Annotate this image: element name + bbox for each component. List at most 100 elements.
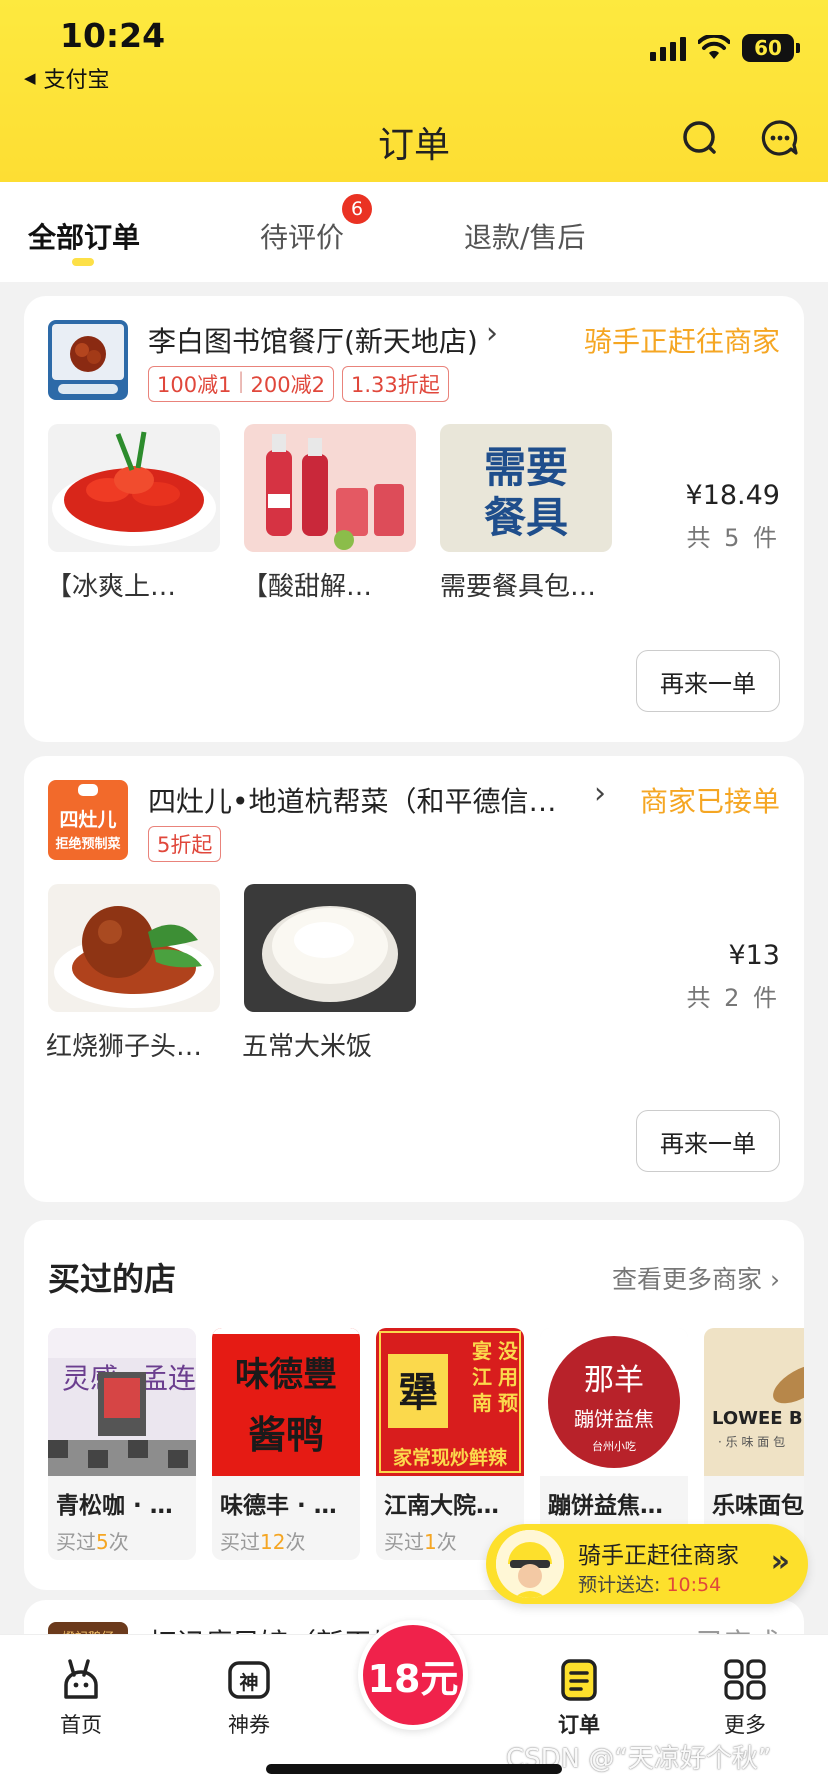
shop-tile[interactable]: 味德豐 酱鸭 味德丰 · … 买过12次 xyxy=(212,1328,360,1560)
store-logo: 四灶儿 拒绝预制菜 xyxy=(48,780,128,860)
shop-name: 蹦饼益焦… xyxy=(548,1493,663,1519)
shop-tile[interactable]: 犟 宴 江 南 没 用 预 家常现炒鲜辣 江南大院… 买过1次 xyxy=(376,1328,524,1560)
status-time: 10:24 xyxy=(60,16,166,55)
back-app-label: 支付宝 xyxy=(43,68,110,93)
svg-text:餐具: 餐具 xyxy=(484,493,568,542)
back-triangle-icon: ◀ xyxy=(24,69,36,87)
shop-image: 犟 宴 江 南 没 用 预 家常现炒鲜辣 xyxy=(376,1328,524,1476)
review-count-badge: 6 xyxy=(342,194,372,224)
tab-to-review[interactable]: 待评价 xyxy=(260,216,344,256)
nav-more[interactable]: 更多 xyxy=(700,1657,790,1739)
purchase-count: 买过5次 xyxy=(56,1530,129,1554)
double-chevron-icon: » xyxy=(770,1544,790,1579)
promo-tag: 5折起 xyxy=(148,826,222,862)
shop-image: 味德豐 酱鸭 xyxy=(212,1328,360,1476)
svg-text:LOWEE BR: LOWEE BR xyxy=(712,1408,804,1429)
coupon-icon: 神 xyxy=(228,1661,270,1699)
item-label: 【冰爽上… xyxy=(46,572,177,602)
shop-name: 乐味面包 xyxy=(712,1493,804,1519)
system-status-icons: 60 xyxy=(650,34,800,62)
search-icon[interactable] xyxy=(680,118,720,158)
svg-text:江: 江 xyxy=(472,1365,492,1389)
order-item-count: 共 2 件 xyxy=(686,984,780,1012)
shop-tile[interactable]: 灵感 孟连 青松咖 · … 买过5次 xyxy=(48,1328,196,1560)
rider-status-toast[interactable]: 骑手正赶往商家 预计送达: 10:54 » xyxy=(486,1524,808,1604)
shop-image: 灵感 孟连 xyxy=(48,1328,196,1476)
home-indicator[interactable] xyxy=(266,1764,562,1774)
back-to-app-link[interactable]: ◀ 支付宝 xyxy=(24,62,110,94)
svg-text:孟连: 孟连 xyxy=(140,1362,196,1395)
chevron-right-icon: › xyxy=(770,1265,780,1294)
svg-text:蹦饼益焦: 蹦饼益焦 xyxy=(574,1407,654,1431)
svg-text:用: 用 xyxy=(498,1365,518,1389)
svg-text:那羊: 那羊 xyxy=(584,1363,644,1398)
svg-text:神: 神 xyxy=(239,1671,258,1694)
view-more-shops-link[interactable]: 查看更多商家 › xyxy=(612,1260,780,1296)
item-label: 红烧狮子头… xyxy=(46,1032,203,1062)
promo-18-yuan-button[interactable]: 18元 xyxy=(358,1620,468,1730)
item-thumbnail-plum-juice[interactable] xyxy=(244,424,416,552)
item-thumbnail-crayfish[interactable] xyxy=(48,424,220,552)
app-header: 10:24 ◀ 支付宝 60 订单 xyxy=(0,0,828,182)
order-tabs: 全部订单 待评价 退款/售后 xyxy=(0,182,828,282)
svg-text:家常现炒鲜辣: 家常现炒鲜辣 xyxy=(393,1446,508,1469)
nav-home[interactable]: 首页 xyxy=(36,1657,126,1739)
promo-tags: 5折起 xyxy=(148,826,222,862)
item-label: 【酸甜解… xyxy=(242,572,373,602)
wifi-icon xyxy=(698,35,730,59)
tab-refund[interactable]: 退款/售后 xyxy=(464,216,585,256)
reorder-button[interactable]: 再来一单 xyxy=(636,650,780,712)
shop-name: 青松咖 · … xyxy=(56,1493,173,1519)
svg-text:· 乐 味 面 包: · 乐 味 面 包 xyxy=(718,1435,785,1449)
promo-tag: 100减1 | 200减2 xyxy=(148,366,334,402)
order-price: ¥18.49 xyxy=(685,480,780,511)
promo-tags: 100减1 | 200减2 1.33折起 xyxy=(148,366,449,402)
order-status: 商家已接单 xyxy=(639,785,780,818)
section-title: 买过的店 xyxy=(48,1260,177,1298)
svg-text:味德豐: 味德豐 xyxy=(235,1355,337,1395)
chevron-right-icon[interactable]: › xyxy=(594,776,606,811)
order-card[interactable]: 李白图书馆餐厅(新天地店) › 骑手正赶往商家 100减1 | 200减2 1.33… xyxy=(24,296,804,742)
chat-bubble-icon[interactable] xyxy=(760,118,800,158)
chevron-right-icon[interactable]: › xyxy=(486,316,498,351)
svg-text:预: 预 xyxy=(498,1391,518,1415)
svg-text:南: 南 xyxy=(472,1391,492,1415)
svg-text:宴: 宴 xyxy=(472,1339,492,1363)
item-thumbnail-lion-head-meatball[interactable] xyxy=(48,884,220,1012)
shop-image: LOWEE BR · 乐 味 面 包 xyxy=(704,1328,804,1476)
cellular-signal-icon xyxy=(650,35,686,61)
eta-text: 预计送达: 10:54 xyxy=(578,1574,722,1596)
shop-image: 那羊 蹦饼益焦 台州小吃 xyxy=(540,1328,688,1476)
active-tab-indicator xyxy=(72,258,94,266)
order-icon xyxy=(561,1659,597,1701)
svg-text:酱鸭: 酱鸭 xyxy=(248,1412,324,1457)
shop-name: 味德丰 · … xyxy=(220,1493,337,1519)
order-card[interactable]: 四灶儿 拒绝预制菜 四灶儿•地道杭帮菜（和平德信… › 商家已接单 5折起 红烧… xyxy=(24,756,804,1202)
item-thumbnail-tableware[interactable]: 需要 餐具 xyxy=(440,424,612,552)
svg-text:没: 没 xyxy=(498,1339,519,1363)
order-status: 骑手正赶往商家 xyxy=(583,325,780,358)
svg-text:需要: 需要 xyxy=(484,443,568,492)
rider-avatar-icon xyxy=(496,1530,564,1598)
promo-tag: 1.33折起 xyxy=(341,366,449,402)
reorder-button[interactable]: 再来一单 xyxy=(636,1110,780,1172)
item-label: 需要餐具包… xyxy=(440,572,597,602)
svg-text:犟: 犟 xyxy=(398,1369,438,1416)
nav-coupons[interactable]: 神 神券 xyxy=(204,1657,294,1739)
item-thumbnail-rice[interactable] xyxy=(244,884,416,1012)
order-item-count: 共 5 件 xyxy=(686,524,780,552)
tab-all-orders[interactable]: 全部订单 xyxy=(28,216,140,256)
nav-orders[interactable]: 订单 xyxy=(534,1657,624,1739)
rider-status-title: 骑手正赶往商家 xyxy=(578,1543,739,1569)
grid-icon xyxy=(724,1659,766,1700)
store-name[interactable]: 李白图书馆餐厅(新天地店) xyxy=(148,320,478,360)
svg-text:拒绝预制菜: 拒绝预制菜 xyxy=(55,836,120,852)
svg-text:台州小吃: 台州小吃 xyxy=(592,1439,636,1453)
item-label: 五常大米饭 xyxy=(242,1032,373,1062)
order-price: ¥13 xyxy=(728,940,780,971)
rabbit-home-icon xyxy=(64,1659,98,1699)
purchase-count: 买过12次 xyxy=(220,1530,306,1554)
store-logo xyxy=(48,320,128,400)
store-name[interactable]: 四灶儿•地道杭帮菜（和平德信… xyxy=(148,780,557,820)
svg-text:四灶儿: 四灶儿 xyxy=(59,808,116,831)
